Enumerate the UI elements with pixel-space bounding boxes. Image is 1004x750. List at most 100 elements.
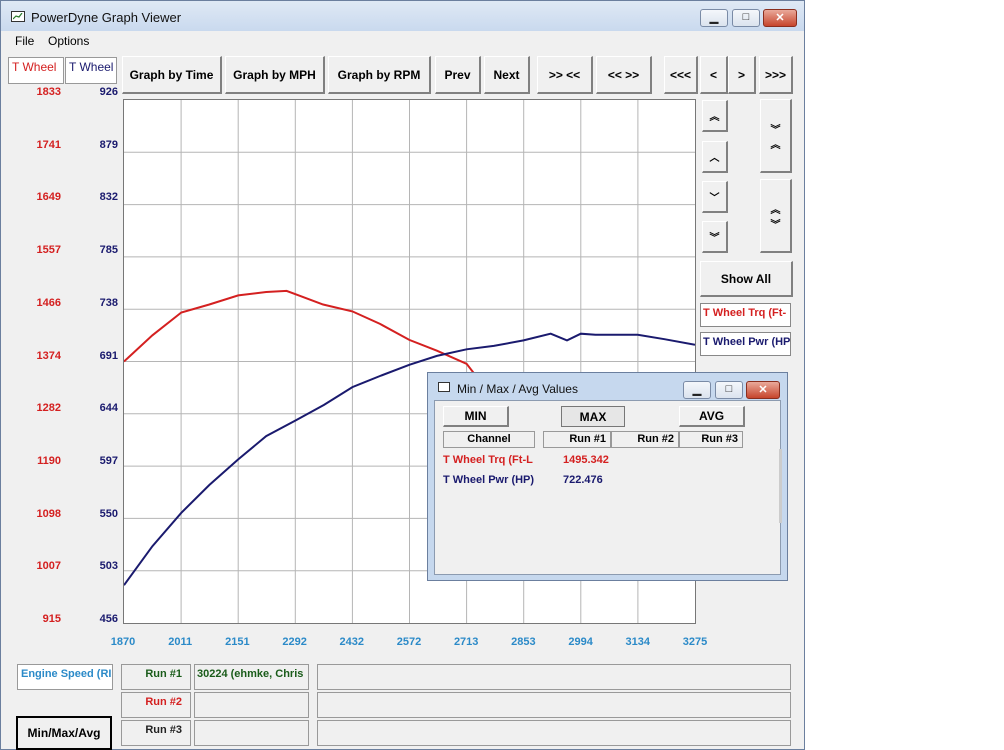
next-button[interactable]: Next (484, 56, 530, 94)
row-channel-torque: T Wheel Trq (Ft-L (443, 454, 533, 466)
x-tick-label: 2853 (511, 636, 536, 648)
close-button[interactable]: ✕ (763, 9, 797, 27)
compress-scale-button[interactable]: ︽ ︾ (760, 179, 792, 253)
right-y-tick-label: 503 (99, 560, 118, 573)
x-tick-label: 2292 (282, 636, 307, 648)
left-y-tick-label: 1007 (36, 560, 61, 573)
row-run1-torque: 1495.342 (563, 454, 609, 466)
x-tick-label: 3134 (625, 636, 651, 648)
scroll-far-right-button[interactable]: >>> (759, 56, 793, 94)
run3-file[interactable] (194, 720, 309, 746)
graph-by-rpm-button[interactable]: Graph by RPM (328, 56, 431, 94)
right-y-tick-label: 738 (99, 296, 118, 309)
expand-scale-button[interactable]: ︾ ︽ (760, 99, 792, 173)
run1-label: Run #1 (121, 664, 191, 690)
right-y-tick-label: 926 (99, 86, 118, 98)
folder-icon (438, 382, 450, 392)
maximize-button[interactable]: □ (732, 9, 760, 27)
dialog-scrollbar[interactable] (779, 449, 782, 523)
x-tick-label: 1870 (110, 636, 136, 648)
expand-chevrons-icon: ︾ ︽ (770, 124, 781, 151)
run1-notes (317, 664, 791, 690)
left-channel-tab[interactable]: T Wheel (8, 57, 64, 84)
x-tick-label: 2432 (339, 636, 365, 648)
dialog-title: Min / Max / Avg Values (457, 382, 578, 396)
dialog-close-button[interactable]: ✕ (746, 381, 780, 399)
scale-up-button[interactable]: ︿ (702, 141, 728, 173)
x-tick-label: 3275 (682, 636, 708, 648)
col-run1: Run #1 (543, 431, 611, 448)
app-graph-icon (11, 11, 25, 22)
dialog-maximize-button[interactable]: □ (715, 381, 743, 399)
right-y-tick-label: 785 (99, 244, 118, 257)
scale-down-fast-button[interactable]: ︾ (702, 221, 728, 253)
legend-power[interactable]: T Wheel Pwr (HP (700, 332, 791, 356)
left-y-tick-label: 1098 (36, 507, 61, 520)
minimize-icon: ▁ (692, 384, 702, 396)
graph-by-mph-button[interactable]: Graph by MPH (225, 56, 325, 94)
min-max-avg-dialog: Min / Max / Avg Values ▁ □ ✕ MIN MAX AVG… (427, 372, 788, 581)
legend-torque[interactable]: T Wheel Trq (Ft- (700, 303, 791, 327)
down-chevron-icon: ﹀ (709, 193, 720, 204)
col-run2: Run #2 (611, 431, 679, 448)
x-tick-label: 2713 (453, 636, 479, 648)
double-down-chevron-icon: ︾ (709, 233, 720, 244)
minimize-button[interactable]: ▁ (700, 9, 728, 27)
minimize-icon: ▁ (709, 12, 719, 24)
scroll-right-button[interactable]: > (728, 56, 756, 94)
row-channel-power: T Wheel Pwr (HP) (443, 474, 535, 486)
scroll-far-left-button[interactable]: <<< (664, 56, 698, 94)
left-y-tick-label: 915 (42, 613, 61, 625)
zoom-out-button[interactable]: << >> (596, 56, 652, 94)
title-bar: PowerDyne Graph Viewer ▁ □ ✕ (1, 1, 804, 31)
x-tick-label: 2572 (396, 636, 422, 648)
left-y-tick-label: 1833 (36, 86, 61, 98)
max-button[interactable]: MAX (561, 406, 625, 427)
main-window: PowerDyne Graph Viewer ▁ □ ✕ File Option… (0, 0, 805, 750)
dialog-minimize-button[interactable]: ▁ (683, 381, 711, 399)
left-y-tick-label: 1282 (36, 402, 61, 415)
run3-label: Run #3 (121, 720, 191, 746)
menu-options[interactable]: Options (48, 34, 89, 48)
double-up-chevron-icon: ︽ (709, 112, 720, 123)
close-icon: ✕ (775, 12, 785, 24)
graph-by-time-button[interactable]: Graph by Time (122, 56, 222, 94)
left-y-tick-label: 1649 (36, 191, 61, 204)
x-channel-selector[interactable]: Engine Speed (RI (17, 664, 113, 690)
avg-button[interactable]: AVG (679, 406, 745, 427)
zoom-in-button[interactable]: >> << (537, 56, 593, 94)
scale-down-button[interactable]: ﹀ (702, 181, 728, 213)
min-max-avg-button[interactable]: Min/Max/Avg (16, 716, 112, 750)
run1-file[interactable]: 30224 (ehmke, Chris (194, 664, 309, 690)
close-icon: ✕ (758, 384, 768, 396)
up-chevron-icon: ︿ (709, 153, 720, 164)
maximize-icon: □ (742, 11, 750, 23)
x-tick-label: 2011 (168, 636, 193, 648)
run3-notes (317, 720, 791, 746)
left-y-tick-label: 1466 (36, 296, 61, 309)
scroll-left-button[interactable]: < (700, 56, 728, 94)
menu-bar: File Options (1, 31, 804, 51)
window-title: PowerDyne Graph Viewer (31, 10, 182, 25)
left-y-tick-label: 1557 (36, 244, 61, 257)
dialog-body: MIN MAX AVG Channel Run #1 Run #2 Run #3… (434, 400, 782, 575)
right-y-tick-label: 879 (99, 138, 118, 151)
compress-chevrons-icon: ︽ ︾ (770, 204, 781, 231)
right-y-tick-label: 691 (99, 349, 118, 362)
right-y-tick-label: 644 (99, 402, 118, 415)
col-channel: Channel (443, 431, 535, 448)
right-y-tick-label: 550 (99, 507, 118, 520)
show-all-button[interactable]: Show All (700, 261, 793, 297)
right-y-tick-label: 832 (99, 191, 118, 204)
row-run1-power: 722.476 (563, 474, 603, 486)
scale-up-fast-button[interactable]: ︽ (702, 100, 728, 132)
run2-notes (317, 692, 791, 718)
prev-button[interactable]: Prev (435, 56, 481, 94)
right-channel-tab[interactable]: T Wheel (65, 57, 117, 84)
left-y-tick-label: 1190 (37, 454, 61, 467)
x-tick-label: 2151 (225, 636, 250, 648)
menu-file[interactable]: File (15, 34, 34, 48)
min-button[interactable]: MIN (443, 406, 509, 427)
right-y-tick-label: 597 (99, 454, 118, 467)
run2-file[interactable] (194, 692, 309, 718)
